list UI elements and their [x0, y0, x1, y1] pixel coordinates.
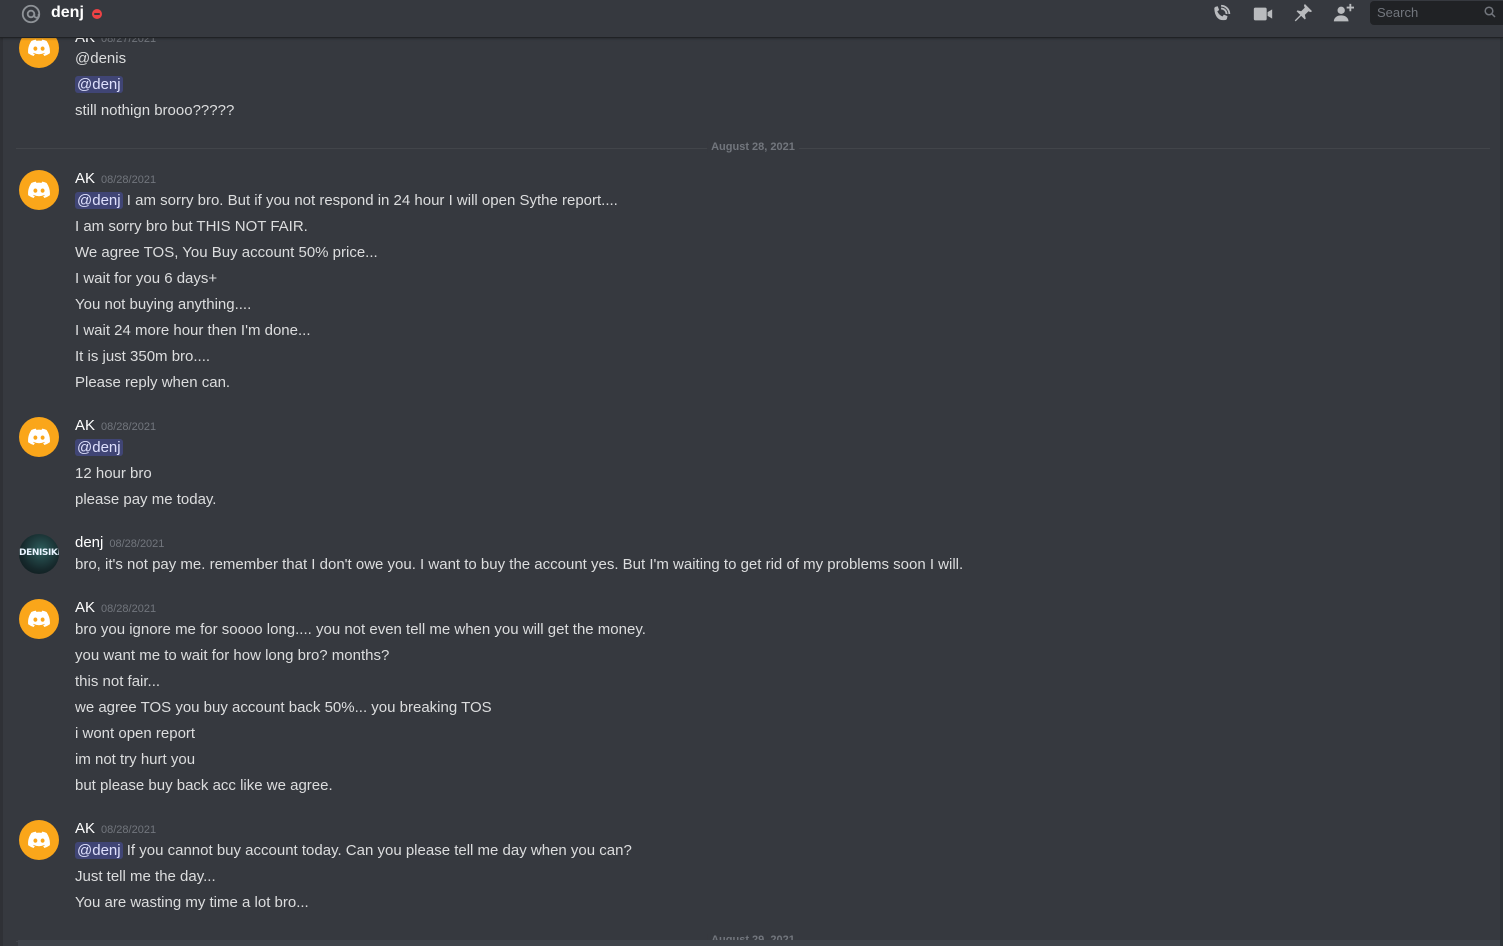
add-friends-to-dm-icon[interactable]: [1331, 3, 1355, 25]
avatar[interactable]: [19, 599, 59, 639]
message-timestamp: 08/28/2021: [101, 824, 157, 836]
message-line: Just tell me the day...: [75, 868, 216, 885]
message-line: I am sorry bro but THIS NOT FAIR.: [75, 218, 308, 235]
avatar[interactable]: [19, 820, 59, 860]
start-video-call-icon[interactable]: [1251, 3, 1275, 25]
message-line: 12 hour bro: [75, 465, 152, 482]
message-line: We agree TOS, You Buy account 50% price.…: [75, 244, 378, 261]
user-mention[interactable]: @denj: [75, 76, 123, 93]
message-line: this not fair...: [75, 673, 161, 690]
pinned-messages-icon[interactable]: [1291, 3, 1315, 25]
message-composer-edge: [18, 940, 1503, 946]
sidebar-edge: [0, 37, 3, 946]
message-line: You not buying anything....: [75, 296, 252, 313]
message-author[interactable]: denj: [75, 534, 103, 551]
message-timestamp: 08/28/2021: [109, 538, 165, 550]
user-mention[interactable]: @denj: [75, 439, 123, 456]
avatar[interactable]: DENISIKE: [19, 534, 59, 574]
message-timestamp: 08/28/2021: [101, 174, 157, 186]
search-input[interactable]: Search: [1370, 1, 1503, 25]
message-line: bro you ignore me for soooo long.... you…: [75, 621, 646, 638]
discord-logo-icon: [28, 428, 50, 445]
discord-logo-icon: [28, 39, 50, 56]
date-divider: August 28, 2021: [16, 141, 1490, 153]
message-line: you want me to wait for how long bro? mo…: [75, 647, 390, 664]
message-line: @denis: [75, 50, 127, 67]
message-list: AK08/27/2021 @denis @denj still nothign …: [0, 0, 1503, 946]
discord-logo-icon: [28, 831, 50, 848]
message-line: im not try hurt you: [75, 751, 196, 768]
message-line: If you cannot buy account today. Can you…: [126, 842, 632, 859]
avatar[interactable]: [19, 417, 59, 457]
user-mention[interactable]: @denj: [75, 842, 123, 859]
message-author[interactable]: AK: [75, 417, 95, 434]
message-author[interactable]: AK: [75, 170, 95, 187]
avatar-logo-text: DENISIKE: [19, 548, 59, 558]
message-line: I wait 24 more hour then I'm done...: [75, 322, 311, 339]
message-line: but please buy back acc like we agree.: [75, 777, 333, 794]
message-line: we agree TOS you buy account back 50%...…: [75, 699, 492, 716]
dnd-status-icon: [92, 9, 102, 19]
message-line: i wont open report: [75, 725, 196, 742]
message-author[interactable]: AK: [75, 820, 95, 837]
message-author[interactable]: AK: [75, 599, 95, 616]
message-timestamp: 08/28/2021: [101, 421, 157, 433]
search-placeholder: Search: [1377, 5, 1419, 20]
message-line: I am sorry bro. But if you not respond i…: [126, 192, 618, 209]
channel-title: denj: [51, 4, 84, 21]
message-line: please pay me today.: [75, 491, 217, 508]
at-sign-icon: [21, 4, 41, 24]
date-divider-label: August 28, 2021: [707, 141, 799, 153]
message-line: still nothign brooo?????: [75, 102, 235, 119]
message-line: Please reply when can.: [75, 374, 231, 391]
discord-logo-icon: [28, 610, 50, 627]
message-line: I wait for you 6 days+: [75, 270, 218, 287]
message-line: You are wasting my time a lot bro...: [75, 894, 309, 911]
start-voice-call-icon[interactable]: [1210, 3, 1234, 25]
channel-header: denj Search: [0, 0, 1503, 38]
avatar[interactable]: [19, 170, 59, 210]
user-mention[interactable]: @denj: [75, 192, 123, 209]
message-line: bro, it's not pay me. remember that I do…: [75, 556, 964, 573]
search-icon: [1484, 6, 1496, 18]
message-timestamp: 08/28/2021: [101, 603, 157, 615]
discord-logo-icon: [28, 181, 50, 198]
message-line: It is just 350m bro....: [75, 348, 211, 365]
